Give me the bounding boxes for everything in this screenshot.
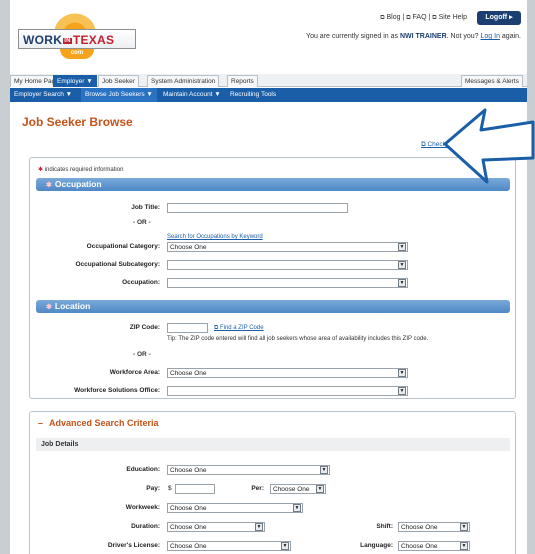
sub-navigation: Employer Search ▼ Browse Job Seekers ▼ M… <box>10 88 527 102</box>
subnav-employer-search[interactable]: Employer Search ▼ <box>10 88 76 102</box>
chevron-down-icon: ▼ <box>281 542 289 550</box>
chevron-down-icon: ▼ <box>316 485 324 493</box>
tab-job-seeker[interactable]: Job Seeker <box>98 75 139 87</box>
subnav-maintain-account[interactable]: Maintain Account ▼ <box>159 88 225 102</box>
pay-label: Pay: <box>146 485 160 492</box>
required-icon: ✱ <box>46 304 52 311</box>
chevron-down-icon: ▼ <box>398 387 406 395</box>
external-link-icon: ⧉ <box>380 15 385 21</box>
occupation-section-header[interactable]: ✱ Occupation <box>36 178 510 191</box>
tab-messages-alerts[interactable]: Messages & Alerts <box>461 75 523 87</box>
site-header: WORK IN TEXAS com ⧉ Blog | ⧉ FAQ | ⧉ Site Hel… <box>10 0 527 70</box>
login-link[interactable]: Log In <box>481 33 500 40</box>
chevron-right-icon: ▸ <box>509 14 513 21</box>
chevron-down-icon: ▼ <box>398 243 406 251</box>
shift-select[interactable]: Choose One ▼ <box>398 522 470 532</box>
browser-page: WORK IN TEXAS com ⧉ Blog | ⧉ FAQ | ⧉ Site Hel… <box>10 0 527 554</box>
faq-link[interactable]: FAQ <box>413 14 427 21</box>
arrow-pointer-icon <box>443 108 535 184</box>
site-help-link[interactable]: Site Help <box>439 14 467 21</box>
workintexas-logo[interactable]: WORK IN TEXAS com <box>18 13 136 59</box>
language-select[interactable]: Choose One ▼ <box>398 541 470 551</box>
signed-in-text: You are currently signed in as NWI TRAIN… <box>306 33 521 40</box>
occupational-subcategory-label: Occupational Subcategory: <box>75 261 160 268</box>
required-icon: ✱ <box>46 182 52 189</box>
collapse-icon: – <box>38 418 44 428</box>
zip-tip: Tip: The ZIP code entered will find all … <box>167 336 429 342</box>
occupational-category-label: Occupational Category: <box>86 243 160 250</box>
occupation-label: Occupation: <box>122 279 160 286</box>
pay-input[interactable] <box>175 484 215 494</box>
per-label: Per: <box>251 485 264 492</box>
pay-currency: $ <box>168 485 172 492</box>
page-title: Job Seeker Browse <box>22 115 133 129</box>
external-link-icon: ⧉ <box>432 15 437 21</box>
chevron-down-icon: ▼ <box>293 504 301 512</box>
workforce-office-select[interactable]: ▼ <box>167 386 408 396</box>
required-note: ✱ indicates required information <box>38 167 124 173</box>
workweek-label: Workweek: <box>125 504 160 511</box>
drivers-license-label: Driver's License: <box>107 542 160 549</box>
user-name: NWI TRAINER <box>399 33 447 40</box>
external-link-icon: ⧉ <box>406 15 411 21</box>
shift-label: Shift: <box>376 523 393 530</box>
education-select[interactable]: Choose One ▼ <box>167 465 330 475</box>
workweek-select[interactable]: Choose One ▼ <box>167 503 303 513</box>
or-separator: - OR - <box>133 219 151 226</box>
chevron-down-icon: ▼ <box>398 261 406 269</box>
workforce-area-select[interactable]: Choose One ▼ <box>167 368 408 378</box>
duration-label: Duration: <box>131 523 160 530</box>
tab-employer[interactable]: Employer ▼ <box>53 75 97 87</box>
zip-code-label: ZIP Code: <box>129 324 160 331</box>
chevron-down-icon: ▼ <box>398 279 406 287</box>
chevron-down-icon: ▼ <box>255 523 263 531</box>
drivers-license-select[interactable]: Choose One ▼ <box>167 541 291 551</box>
chevron-down-icon: ▼ <box>398 369 406 377</box>
workforce-office-label: Workforce Solutions Office: <box>74 387 160 394</box>
find-zip-link[interactable]: ⧉ Find a ZIP Code <box>214 325 264 332</box>
duration-select[interactable]: Choose One ▼ <box>167 522 265 532</box>
tab-system-administration[interactable]: System Administration <box>147 75 220 87</box>
main-tabs: My Home Page Employer ▼ Job Seeker Syste… <box>10 74 527 87</box>
advanced-search-header[interactable]: – Advanced Search Criteria <box>38 418 159 428</box>
keyword-search-link[interactable]: Search for Occupations by Keyword <box>167 234 263 240</box>
chevron-down-icon: ▼ <box>460 542 468 550</box>
per-select[interactable]: Choose One ▼ <box>270 484 326 494</box>
job-title-input[interactable] <box>167 203 348 213</box>
subnav-recruiting-tools[interactable]: Recruiting Tools <box>226 88 280 102</box>
tab-reports[interactable]: Reports <box>227 75 258 87</box>
job-title-label: Job Title: <box>131 204 160 211</box>
chevron-down-icon: ▼ <box>320 466 328 474</box>
top-links: ⧉ Blog | ⧉ FAQ | ⧉ Site Help <box>380 14 467 21</box>
blog-link[interactable]: Blog <box>387 14 401 21</box>
occupational-subcategory-select[interactable]: ▼ <box>167 260 408 270</box>
workforce-area-label: Workforce Area: <box>109 369 160 376</box>
chevron-down-icon: ▼ <box>460 523 468 531</box>
job-details-header: Job Details <box>36 438 510 451</box>
occupational-category-select[interactable]: Choose One ▼ <box>167 242 408 252</box>
zip-code-input[interactable] <box>167 323 208 333</box>
education-label: Education: <box>126 466 160 473</box>
advanced-search-card: – Advanced Search Criteria Job Details Ed… <box>29 411 516 554</box>
subnav-browse-job-seekers[interactable]: Browse Job Seekers ▼ <box>81 88 157 102</box>
logoff-button[interactable]: Logoff ▸ <box>477 11 521 25</box>
or-separator: - OR - <box>133 351 151 358</box>
language-label: Language: <box>360 542 393 549</box>
location-section-header[interactable]: ✱ Location <box>36 300 510 313</box>
occupation-select[interactable]: ▼ <box>167 278 408 288</box>
